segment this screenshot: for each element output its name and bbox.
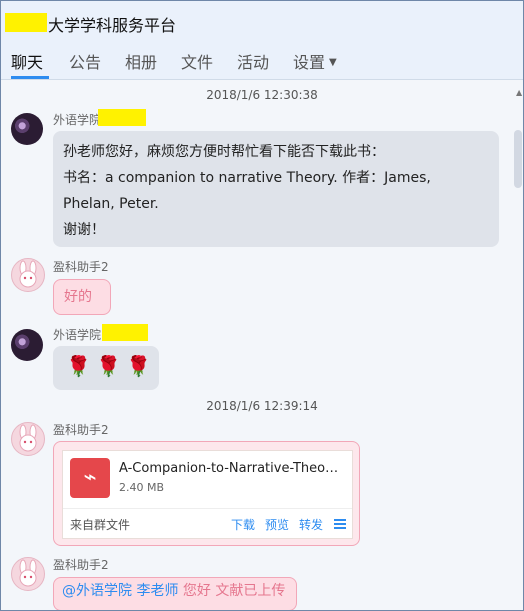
rose-icon: 🌹 (66, 354, 91, 378)
window-title: 大学学科服务平台 (48, 16, 177, 35)
scroll-thumb[interactable] (514, 130, 522, 188)
chevron-down-icon: ▼ (329, 57, 337, 68)
sender-name: 外语学院 (53, 328, 102, 342)
forward-link[interactable]: 转发 (299, 516, 323, 533)
tab-album[interactable]: 相册 (125, 49, 157, 73)
message-bubble: 孙老师您好，麻烦您方便时帮忙看下能否下载此书： 书名：a companion t… (53, 131, 499, 247)
tab-settings-label: 设置 (293, 53, 326, 72)
rose-icon: 🌹 (96, 354, 121, 378)
title-bar: 大学学科服务平台 (1, 1, 523, 41)
download-link[interactable]: 下载 (231, 516, 255, 533)
message-line: 谢谢！ (63, 222, 105, 238)
scroll-up-icon[interactable]: ▲ (516, 88, 522, 97)
message-timestamp: 2018/1/6 12:39:14 (206, 399, 318, 413)
message-line: 孙老师您好，麻烦您方便时帮忙看下能否下载此书： (63, 144, 385, 160)
file-source-label: 来自群文件 (70, 518, 131, 532)
message-line: Phelan, Peter. (63, 196, 159, 212)
redacted-sender-name (98, 109, 146, 126)
active-tab-indicator (11, 76, 49, 79)
bunny-icon (19, 424, 37, 452)
flower-avatar[interactable] (11, 113, 43, 145)
bunny-avatar[interactable] (11, 258, 45, 292)
message-text: 您好 文献已上传 (182, 583, 286, 599)
tab-bar: 聊天 公告 相册 文件 活动 设置 ▼ (1, 41, 523, 80)
tab-files[interactable]: 文件 (181, 49, 213, 73)
bunny-avatar[interactable] (11, 557, 45, 591)
tab-announcements[interactable]: 公告 (69, 49, 101, 73)
emoji-message-bubble: 🌹 🌹 🌹 (53, 346, 159, 390)
more-menu-icon[interactable] (334, 517, 346, 529)
message-bubble: 好的 (53, 279, 111, 315)
file-actions-bar: 来自群文件 下载 预览 转发 (63, 508, 352, 539)
sender-name: 盈科助手2 (53, 260, 109, 274)
file-message-card[interactable]: ⌁ A-Companion-to-Narrative-Theory-.... 2… (53, 441, 360, 546)
pdf-icon: ⌁ (70, 458, 110, 498)
bunny-icon (19, 559, 37, 587)
bunny-avatar[interactable] (11, 422, 45, 456)
rose-icon: 🌹 (126, 354, 151, 378)
file-name[interactable]: A-Companion-to-Narrative-Theory-.... (119, 461, 341, 476)
sender-name: 外语学院 (53, 113, 102, 127)
tab-chat[interactable]: 聊天 (11, 49, 43, 73)
tab-settings[interactable]: 设置 ▼ (293, 49, 337, 73)
bunny-icon (19, 260, 37, 288)
chat-window: 大学学科服务平台 聊天 公告 相册 文件 活动 设置 ▼ 2018/1/6 12:… (0, 0, 524, 611)
flower-avatar[interactable] (11, 329, 43, 361)
file-card-body: ⌁ A-Companion-to-Narrative-Theory-.... 2… (62, 450, 353, 539)
chat-history: 2018/1/6 12:30:38 外语学院 孙老师您好，麻烦您方便时帮忙看下能… (1, 80, 523, 610)
mention-text[interactable]: @外语学院 李老师 (62, 583, 178, 599)
preview-link[interactable]: 预览 (265, 516, 289, 533)
message-bubble: @外语学院 李老师 您好 文献已上传 (53, 577, 297, 610)
sender-name: 盈科助手2 (53, 423, 109, 437)
tab-activities[interactable]: 活动 (237, 49, 269, 73)
message-timestamp: 2018/1/6 12:30:38 (206, 88, 318, 102)
file-size: 2.40 MB (119, 481, 165, 494)
redacted-sender-name (102, 324, 148, 341)
redacted-title-prefix (5, 13, 47, 32)
message-line: 书名：a companion to narrative Theory. 作者：J… (63, 170, 431, 186)
sender-name: 盈科助手2 (53, 558, 109, 572)
